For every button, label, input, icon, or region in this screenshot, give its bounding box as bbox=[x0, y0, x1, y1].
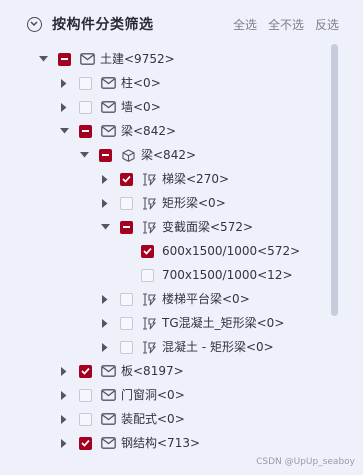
cube-icon bbox=[120, 148, 136, 162]
node-checkbox[interactable] bbox=[120, 172, 133, 186]
tree-node[interactable]: 变截面梁<572> bbox=[99, 216, 253, 238]
node-label: 门窗洞<0> bbox=[121, 388, 185, 402]
node-checkbox[interactable] bbox=[141, 244, 154, 258]
node-label: 变截面梁<572> bbox=[162, 220, 254, 234]
node-label: 板<8197> bbox=[121, 364, 184, 378]
tree-node[interactable]: 墙<0> bbox=[58, 96, 161, 118]
expand-arrow-right-icon[interactable] bbox=[58, 408, 70, 430]
expand-arrow-right-icon[interactable] bbox=[99, 336, 111, 358]
node-label: TG混凝土_矩形梁<0> bbox=[162, 316, 285, 330]
envelope-icon bbox=[100, 436, 116, 450]
arrow-placeholder bbox=[120, 264, 132, 286]
node-checkbox[interactable] bbox=[58, 52, 71, 66]
node-checkbox[interactable] bbox=[120, 340, 133, 354]
envelope-icon bbox=[79, 52, 95, 66]
envelope-icon bbox=[100, 364, 116, 378]
envelope-icon bbox=[100, 76, 116, 90]
beam-icon bbox=[141, 292, 157, 306]
beam-icon bbox=[141, 316, 157, 330]
node-label: 混凝土 - 矩形梁<0> bbox=[162, 340, 274, 354]
tree-node[interactable]: 土建<9752> bbox=[37, 48, 175, 70]
tree-node[interactable]: 板<8197> bbox=[58, 360, 184, 382]
node-label: 梁<842> bbox=[141, 148, 197, 162]
node-label: 墙<0> bbox=[121, 100, 161, 114]
deselect-all-button[interactable]: 全不选 bbox=[268, 16, 304, 33]
expand-arrow-down-icon[interactable] bbox=[78, 144, 90, 166]
node-checkbox[interactable] bbox=[79, 100, 92, 114]
node-checkbox[interactable] bbox=[79, 388, 92, 402]
tree-node[interactable]: 梁<842> bbox=[78, 144, 196, 166]
tree-node[interactable]: 700x1500/1000<12> bbox=[120, 264, 293, 286]
envelope-icon bbox=[100, 412, 116, 426]
expand-arrow-right-icon[interactable] bbox=[58, 360, 70, 382]
category-tree: 土建<9752> 柱<0> 墙<0> 梁<842> 梁<842> 梯梁<270> 矩形梁<0… bbox=[0, 46, 340, 475]
beam-icon bbox=[141, 340, 157, 354]
node-label: 600x1500/1000<572> bbox=[162, 244, 301, 258]
node-label: 700x1500/1000<12> bbox=[162, 268, 293, 282]
node-checkbox[interactable] bbox=[120, 220, 133, 234]
envelope-icon bbox=[100, 124, 116, 138]
node-checkbox[interactable] bbox=[79, 436, 92, 450]
node-label: 钢结构<713> bbox=[121, 436, 201, 450]
tree-node[interactable]: 梁<842> bbox=[58, 120, 176, 142]
expand-arrow-right-icon[interactable] bbox=[99, 168, 111, 190]
expand-arrow-right-icon[interactable] bbox=[99, 192, 111, 214]
scrollbar-thumb[interactable] bbox=[331, 44, 338, 316]
expand-arrow-right-icon[interactable] bbox=[58, 432, 70, 454]
node-checkbox[interactable] bbox=[120, 316, 133, 330]
tree-node[interactable]: 梯梁<270> bbox=[99, 168, 229, 190]
tree-node[interactable]: 混凝土 - 矩形梁<0> bbox=[99, 336, 274, 358]
node-checkbox[interactable] bbox=[79, 124, 92, 138]
tree-node[interactable]: TG混凝土_矩形梁<0> bbox=[99, 312, 284, 334]
envelope-icon bbox=[100, 388, 116, 402]
tree-node[interactable]: 钢结构<713> bbox=[58, 432, 200, 454]
expand-arrow-down-icon[interactable] bbox=[99, 216, 111, 238]
beam-icon bbox=[141, 220, 157, 234]
node-checkbox[interactable] bbox=[79, 412, 92, 426]
node-label: 矩形梁<0> bbox=[162, 196, 226, 210]
node-label: 楼梯平台梁<0> bbox=[162, 292, 250, 306]
node-checkbox[interactable] bbox=[79, 76, 92, 90]
node-label: 梁<842> bbox=[121, 124, 177, 138]
node-checkbox[interactable] bbox=[141, 268, 154, 282]
tree-node[interactable]: 装配式<0> bbox=[58, 408, 185, 430]
header-actions: 全选 全不选 反选 bbox=[233, 16, 339, 33]
collapse-chevron-icon[interactable] bbox=[27, 17, 42, 32]
tree-node[interactable]: 柱<0> bbox=[58, 72, 161, 94]
watermark: CSDN @UpUp_seaboy bbox=[256, 457, 355, 467]
tree-node[interactable]: 门窗洞<0> bbox=[58, 384, 185, 406]
expand-arrow-right-icon[interactable] bbox=[58, 72, 70, 94]
expand-arrow-right-icon[interactable] bbox=[99, 312, 111, 334]
arrow-placeholder bbox=[120, 240, 132, 262]
node-checkbox[interactable] bbox=[99, 148, 112, 162]
expand-arrow-right-icon[interactable] bbox=[58, 96, 70, 118]
beam-icon bbox=[141, 172, 157, 186]
panel-header: 按构件分类筛选 全选 全不选 反选 bbox=[0, 0, 363, 50]
node-label: 土建<9752> bbox=[100, 52, 175, 66]
node-label: 梯梁<270> bbox=[162, 172, 230, 186]
node-label: 装配式<0> bbox=[121, 412, 185, 426]
node-checkbox[interactable] bbox=[120, 196, 133, 210]
tree-node[interactable]: 矩形梁<0> bbox=[99, 192, 226, 214]
expand-arrow-down-icon[interactable] bbox=[58, 120, 70, 142]
node-label: 柱<0> bbox=[121, 76, 161, 90]
envelope-icon bbox=[100, 100, 116, 114]
beam-icon bbox=[141, 196, 157, 210]
expand-arrow-down-icon[interactable] bbox=[37, 48, 49, 70]
expand-arrow-right-icon[interactable] bbox=[58, 384, 70, 406]
tree-node[interactable]: 600x1500/1000<572> bbox=[120, 240, 300, 262]
select-all-button[interactable]: 全选 bbox=[233, 16, 257, 33]
tree-node[interactable]: 楼梯平台梁<0> bbox=[99, 288, 250, 310]
node-checkbox[interactable] bbox=[120, 292, 133, 306]
node-checkbox[interactable] bbox=[79, 364, 92, 378]
invert-selection-button[interactable]: 反选 bbox=[315, 16, 339, 33]
panel-title: 按构件分类筛选 bbox=[52, 17, 154, 33]
expand-arrow-right-icon[interactable] bbox=[99, 288, 111, 310]
filter-panel: 按构件分类筛选 全选 全不选 反选 土建<9752> 柱<0> 墙<0> 梁<842>… bbox=[0, 0, 363, 475]
